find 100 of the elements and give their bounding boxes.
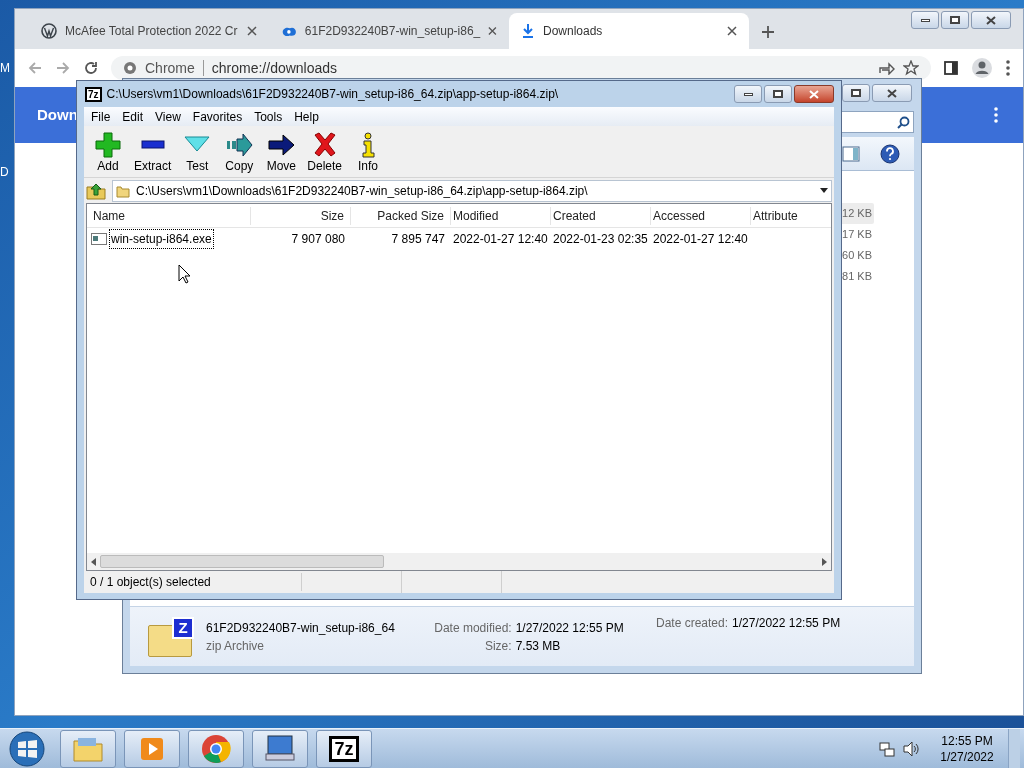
- extract-icon: [138, 140, 167, 149]
- browser-tab[interactable]: McAfee Total Protection 2022 Cr: [29, 13, 269, 49]
- detail-label: Date created:: [656, 615, 729, 632]
- detail-value: 1/27/2022 12:55 PM: [732, 615, 841, 632]
- taskbar-button[interactable]: [124, 729, 180, 768]
- file-size: 81 KB: [841, 269, 873, 284]
- menu-item[interactable]: Edit: [117, 107, 149, 126]
- file-name: 61F2D932240B7-win_setup-i86_64: [206, 619, 396, 637]
- toolbar-button[interactable]: Delete: [303, 130, 347, 173]
- menu-item[interactable]: Help: [289, 107, 324, 126]
- maximize-button[interactable]: [764, 85, 792, 103]
- detail-label: Size:: [483, 637, 512, 655]
- tab-title: Downloads: [543, 23, 604, 40]
- toolbar-button[interactable]: Extract: [130, 130, 176, 173]
- close-button[interactable]: [794, 85, 834, 103]
- status-text: 0 / 1 object(s) selected: [84, 573, 302, 591]
- profile-icon[interactable]: [971, 57, 993, 79]
- chrome-logo-icon: [201, 733, 231, 764]
- maximize-button[interactable]: [842, 84, 870, 102]
- more-icon[interactable]: [1005, 59, 1011, 77]
- scrollbar-thumb[interactable]: [100, 555, 384, 568]
- column-header[interactable]: Packed Size: [351, 206, 451, 225]
- close-icon[interactable]: [727, 26, 737, 36]
- sevenzip-logo: 7z: [329, 735, 359, 762]
- clock-time[interactable]: 12:55 PM: [941, 732, 993, 749]
- mouse-cursor-icon: [178, 264, 191, 284]
- desktop-icon-label: D: [0, 164, 9, 181]
- path-text: C:\Users\vm1\Downloads\61F2D932240B7-win_setup-i86_64.zip\app-setup-i864.zip\: [136, 182, 589, 200]
- table-cell-text: 2022-01-23 02:35: [552, 231, 649, 248]
- browser-tab[interactable]: Downloads: [509, 13, 749, 49]
- desktop-icon-label: M: [0, 60, 10, 77]
- monitor-keyboard-icon: [264, 733, 296, 764]
- star-icon[interactable]: [903, 60, 919, 76]
- reload-icon[interactable]: [83, 60, 99, 76]
- column-header[interactable]: Created: [551, 206, 651, 225]
- table-cell-text: 7 907 080: [290, 231, 346, 248]
- path-field[interactable]: C:\Users\vm1\Downloads\61F2D932240B7-win_setup-i86_64.zip\app-setup-i864.zip\: [112, 179, 832, 202]
- help-icon[interactable]: [880, 143, 900, 164]
- taskbar-button[interactable]: [252, 729, 308, 768]
- share-icon[interactable]: [879, 61, 895, 75]
- table-cell-text: 2022-01-27 12:40: [452, 231, 549, 248]
- more-icon[interactable]: [993, 106, 999, 124]
- scroll-left-icon[interactable]: [91, 557, 96, 566]
- download-icon: [521, 23, 535, 39]
- toolbar-button[interactable]: Copy: [219, 130, 260, 173]
- chrome-logo-icon: [123, 61, 137, 75]
- close-icon[interactable]: [488, 26, 497, 36]
- tab-title: 61F2D932240B7-win_setup-i86_: [304, 23, 481, 40]
- address-bar[interactable]: Chrome chrome://downloads: [111, 56, 931, 80]
- minimize-button[interactable]: [911, 11, 939, 29]
- clock-date[interactable]: 1/27/2022: [940, 748, 994, 765]
- search-icon: [897, 115, 910, 129]
- column-header[interactable]: Name: [91, 206, 251, 225]
- new-tab-icon[interactable]: [761, 25, 775, 39]
- scroll-right-icon[interactable]: [822, 557, 827, 566]
- toolbar-button[interactable]: Info: [348, 130, 389, 173]
- file-size: 17 KB: [841, 227, 873, 242]
- file-type: zip Archive: [206, 637, 266, 655]
- file-name[interactable]: win-setup-i864.exe: [109, 229, 214, 249]
- url-text: chrome://downloads: [211, 58, 338, 78]
- file-icon: [91, 233, 107, 245]
- close-button[interactable]: [971, 11, 1011, 29]
- minimize-button[interactable]: [734, 85, 762, 103]
- speaker-icon[interactable]: [902, 739, 920, 758]
- taskbar-button[interactable]: [188, 729, 244, 768]
- column-header[interactable]: Size: [251, 206, 351, 225]
- column-header[interactable]: Accessed: [651, 206, 751, 225]
- column-header[interactable]: Modified: [451, 206, 551, 225]
- menu-item[interactable]: Tools: [249, 107, 288, 126]
- horizontal-scrollbar[interactable]: [87, 553, 831, 570]
- browser-tab[interactable]: 61F2D932240B7-win_setup-i86_: [269, 13, 509, 49]
- table-cell-text: 7 895 747: [390, 231, 446, 248]
- column-header[interactable]: Attribute: [751, 206, 831, 225]
- up-folder-icon[interactable]: [86, 181, 106, 200]
- toolbar-button[interactable]: Move: [261, 130, 302, 173]
- detail-value: 1/27/2022 12:55 PM: [515, 619, 625, 637]
- maximize-button[interactable]: [941, 11, 969, 29]
- network-icon[interactable]: [878, 739, 896, 758]
- taskbar-button[interactable]: 7z: [316, 729, 372, 768]
- wordpress-logo-icon: [41, 23, 57, 39]
- menu-item[interactable]: View: [150, 107, 186, 126]
- page-title: Down: [37, 104, 78, 125]
- close-icon: [887, 88, 897, 98]
- add-icon: [94, 130, 122, 159]
- menu-item[interactable]: Favorites: [187, 107, 248, 126]
- toolbar-button[interactable]: Test: [177, 130, 218, 173]
- dropdown-caret-icon[interactable]: [820, 188, 828, 193]
- menu-item[interactable]: File: [86, 107, 116, 126]
- start-button[interactable]: [6, 729, 48, 768]
- app-logo: 7z: [85, 86, 102, 102]
- close-icon[interactable]: [247, 26, 257, 36]
- close-button[interactable]: [872, 84, 912, 102]
- search-field[interactable]: [839, 111, 914, 133]
- table-cell-text: 2022-01-27 12:40: [652, 231, 749, 248]
- window-title: C:\Users\vm1\Downloads\61F2D932240B7-win_setup-i86_64.zip\app-setup-i864.zip\: [106, 86, 560, 103]
- side-panel-icon[interactable]: [943, 60, 959, 76]
- taskbar-button[interactable]: [60, 729, 116, 768]
- toolbar-button[interactable]: Add: [88, 130, 128, 173]
- tab-title: McAfee Total Protection 2022 Cr: [65, 23, 239, 40]
- close-icon: [986, 15, 996, 25]
